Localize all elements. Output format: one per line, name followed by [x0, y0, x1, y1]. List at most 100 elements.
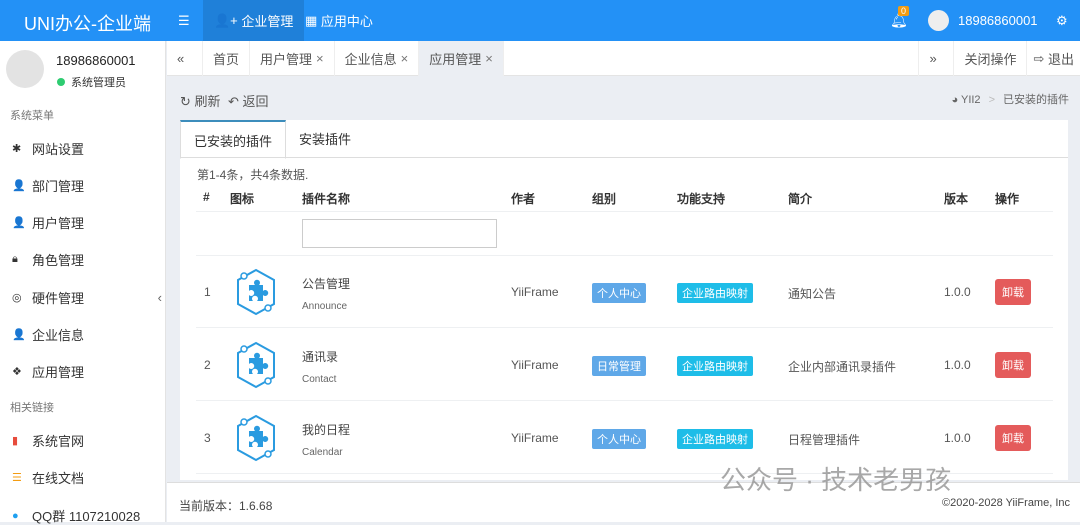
label: 角色管理: [32, 250, 84, 269]
sidebar-item-app-management[interactable]: ❖应用管理: [12, 362, 162, 381]
sidebar-item-users[interactable]: 👤用户管理: [12, 213, 162, 232]
link-official-site[interactable]: ▮系统官网: [12, 431, 162, 450]
label: 部门管理: [32, 176, 84, 195]
user-plus-icon: 👤: [12, 179, 32, 192]
col-header: 插件名称: [302, 190, 350, 207]
scroll-left-button[interactable]: «: [167, 41, 203, 76]
link-qq-group[interactable]: ●QQ群 1107210028: [12, 506, 162, 525]
list-icon: ☰: [12, 471, 32, 484]
group-label: 个人中心: [592, 429, 646, 449]
bookmark-icon: ▮: [12, 434, 32, 447]
label: QQ群 1107210028: [32, 506, 140, 525]
logout-button[interactable]: ⇨ 退出: [1027, 41, 1080, 76]
uninstall-button[interactable]: 卸载: [995, 425, 1031, 451]
feature-label: 企业路由映射: [677, 429, 753, 449]
tab-users[interactable]: 用户管理 ×: [250, 41, 335, 76]
plugin-code: Contact: [302, 374, 336, 385]
close-icon[interactable]: ×: [316, 51, 324, 66]
nav-label: 应用中心: [321, 11, 373, 30]
chevron-left-icon: ‹: [158, 290, 162, 305]
label: 硬件管理: [32, 288, 84, 307]
label: 系统官网: [32, 431, 84, 450]
group-label: 日常管理: [592, 356, 646, 376]
notification-badge: 0: [898, 6, 909, 16]
intro: 日程管理插件: [788, 431, 860, 448]
tab-label: 首页: [213, 49, 239, 68]
avatar: [6, 50, 44, 88]
breadcrumb: ◕ YII2>已安装的插件: [951, 91, 1069, 107]
close-ops-button[interactable]: 关闭操作: [954, 41, 1027, 76]
sidebar-item-site-settings[interactable]: ✱网站设置: [12, 139, 162, 158]
uninstall-button[interactable]: 卸载: [995, 279, 1031, 305]
label: 在线文档: [32, 468, 84, 487]
version: 1.0.0: [944, 285, 971, 299]
tab-label: 企业信息: [345, 49, 397, 68]
plugin-panel: 已安装的插件 安装插件 第1-4条，共4条数据. # 图标 插件名称 作者 组别…: [180, 120, 1068, 480]
plugin-name: 公告管理: [302, 275, 350, 292]
puzzle-hexagon-icon: [234, 413, 278, 463]
sidebar-username: 18986860001: [56, 53, 136, 68]
user-menu[interactable]: 18986860001: [958, 0, 1038, 41]
sidebar-item-roles[interactable]: 🔒︎角色管理: [12, 250, 162, 269]
avatar[interactable]: [928, 10, 949, 31]
summary: 第1-4条，共4条数据.: [197, 166, 308, 183]
label: 企业信息: [32, 325, 84, 344]
intro: 通知公告: [788, 285, 836, 302]
tab-bar: « 首页 用户管理 × 企业信息 × 应用管理× » 关闭操作 ⇨ 退出: [167, 41, 1080, 76]
label: 退出: [1048, 49, 1074, 68]
puzzle-hexagon-icon: [234, 340, 278, 390]
row-number: 2: [204, 358, 211, 372]
plugin-name-filter-input[interactable]: [302, 219, 497, 248]
nav-enterprise[interactable]: 👤+ 企业管理: [203, 0, 304, 41]
plugin-code: Calendar: [302, 447, 343, 458]
version-text: 当前版本：1.6.68: [179, 497, 272, 514]
cubes-icon: ❖: [12, 365, 32, 378]
watermark: 公众号 · 技术老男孩: [720, 460, 951, 497]
version: 1.0.0: [944, 358, 971, 372]
user-secret-icon: 🔒︎: [12, 253, 32, 266]
user-plus-icon: 👤: [12, 328, 32, 341]
nav-app-center[interactable]: ▦ 应用中心: [305, 0, 373, 41]
sidebar: 18986860001 系统管理员 系统菜单 ✱网站设置 👤部门管理 👤用户管理…: [0, 41, 166, 522]
gear-icon: ✱: [12, 142, 32, 155]
link-docs[interactable]: ☰在线文档: [12, 468, 162, 487]
version: 1.0.0: [944, 431, 971, 445]
label: 用户管理: [32, 213, 84, 232]
copyright: ©2020-2028 YiiFrame, Inc: [942, 497, 1070, 509]
scroll-right-button[interactable]: »: [918, 41, 954, 76]
plugin-name: 我的日程: [302, 421, 350, 438]
gears-icon[interactable]: ⚙: [1056, 0, 1068, 41]
plugin-code: Announce: [302, 301, 347, 312]
breadcrumb-item: 已安装的插件: [1003, 94, 1069, 106]
sidebar-item-enterprise-info[interactable]: 👤企业信息: [12, 325, 162, 344]
back-button[interactable]: ↶ 返回: [228, 91, 269, 110]
feature-label: 企业路由映射: [677, 283, 753, 303]
qq-icon: ●: [12, 510, 32, 522]
top-bar: UNI办公-企业端 ☰ 👤+ 企业管理 ▦ 应用中心 🔔︎ 0 18986860…: [0, 0, 1080, 41]
author: YiiFrame: [511, 285, 559, 299]
tab-install[interactable]: 安装插件: [286, 120, 364, 157]
section-title: 系统菜单: [10, 107, 54, 123]
group-label: 个人中心: [592, 283, 646, 303]
tab-app-management[interactable]: 应用管理×: [419, 41, 504, 76]
col-header: 图标: [230, 190, 254, 207]
close-icon[interactable]: ×: [401, 51, 409, 66]
breadcrumb-item[interactable]: YII2: [961, 94, 981, 106]
intro: 企业内部通讯录插件: [788, 358, 896, 375]
tab-home[interactable]: 首页: [203, 41, 250, 76]
target-icon: ◎: [12, 291, 32, 304]
uninstall-button[interactable]: 卸载: [995, 352, 1031, 378]
refresh-button[interactable]: ↻ 刷新: [180, 91, 221, 110]
col-header: 简介: [788, 190, 812, 207]
tab-label: 用户管理: [260, 49, 312, 68]
sidebar-item-hardware[interactable]: ◎硬件管理 ‹: [12, 288, 162, 307]
sidebar-item-departments[interactable]: 👤部门管理: [12, 176, 162, 195]
online-dot-icon: [57, 78, 65, 86]
app-title[interactable]: UNI办公-企业端: [24, 10, 151, 36]
menu-toggle[interactable]: ☰: [178, 0, 192, 41]
puzzle-hexagon-icon: [234, 267, 278, 317]
tab-enterprise-info[interactable]: 企业信息 ×: [335, 41, 420, 76]
plugin-name: 通讯录: [302, 348, 338, 365]
tab-installed[interactable]: 已安装的插件: [180, 120, 286, 159]
close-icon[interactable]: ×: [485, 51, 493, 66]
